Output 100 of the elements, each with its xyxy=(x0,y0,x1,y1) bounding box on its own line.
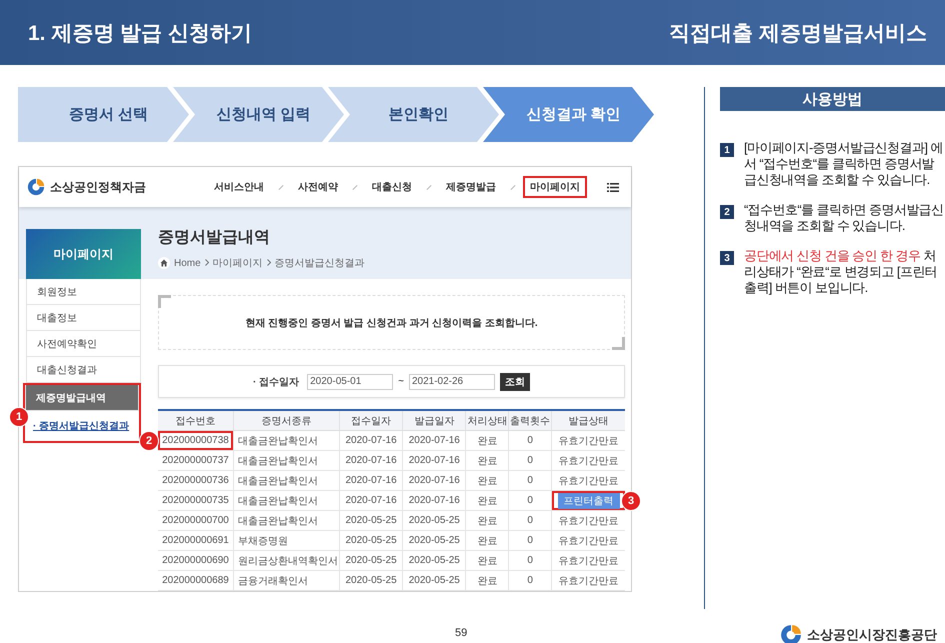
step-number: 2 xyxy=(720,205,734,219)
corner-mark xyxy=(612,337,625,350)
sidebar-item[interactable]: 사전예약확인 xyxy=(26,331,141,357)
callout-marker: 2 xyxy=(139,431,159,451)
table-cell: 2020-07-16 xyxy=(402,450,466,470)
organization-name: 소상공인시장진흥공단 xyxy=(807,626,937,643)
table-cell: 유효기간만료 xyxy=(552,570,625,590)
table-cell: 원리금상환내역확인서 xyxy=(233,550,340,570)
date-field[interactable]: 2021-02-26 xyxy=(408,374,495,390)
table-cell: 완료 xyxy=(466,490,509,510)
table-cell: 완료 xyxy=(466,570,509,590)
date-field[interactable]: 2020-05-01 xyxy=(307,374,394,390)
table-cell: 완료 xyxy=(466,530,509,550)
sidebar-item[interactable]: 대출신청결과 xyxy=(26,357,141,383)
chevron-icon xyxy=(204,258,209,268)
range-separator: ~ xyxy=(398,376,404,387)
table-cell: 0 xyxy=(508,510,552,530)
table-cell: 0 xyxy=(508,430,552,450)
sidebar-title: 마이페이지 xyxy=(26,229,141,279)
menu-icon[interactable] xyxy=(607,182,619,192)
table-cell: 2020-05-25 xyxy=(402,570,466,590)
date-label: · 접수일자 xyxy=(253,376,300,388)
column-header: 발급상태 xyxy=(552,410,625,430)
table-cell: 0 xyxy=(508,450,552,470)
table-cell: 완료 xyxy=(466,450,509,470)
table-cell: 2020-07-16 xyxy=(402,490,466,510)
instruction-text: [마이페이지-증명서발급신청결과] 에서 “접수번호“를 클릭하면 증명서발급신청내역을 조회할 수 있습니다. xyxy=(744,140,944,188)
breadcrumb-link[interactable]: Home xyxy=(174,258,201,268)
table-cell: 완료 xyxy=(466,430,509,450)
sidebar-item[interactable]: 회원정보 xyxy=(26,279,141,305)
service-title: 직접대출 제증명발급서비스 xyxy=(669,20,927,46)
table-cell: 2020-05-25 xyxy=(339,510,403,530)
process-step: 신청결과 확인 xyxy=(483,87,654,142)
column-header: 증명서종류 xyxy=(233,410,340,430)
table-cell: 2020-07-16 xyxy=(339,470,403,490)
table-cell: 유효기간만료 xyxy=(552,470,625,490)
table-cell: 2020-05-25 xyxy=(402,530,466,550)
sidebar-item[interactable]: 대출정보 xyxy=(26,305,141,331)
table-cell: 유효기간만료 xyxy=(552,510,625,530)
breadcrumb-link[interactable]: 마이페이지 xyxy=(212,256,263,270)
table-cell: 대출금완납확인서 xyxy=(233,490,340,510)
callout-marker: 3 xyxy=(621,491,641,511)
column-header: 접수번호 xyxy=(158,410,234,430)
table-cell: 부채증명원 xyxy=(233,530,340,550)
page-title: 1. 제증명 발급 신청하기 xyxy=(28,20,252,46)
table-cell: 유효기간만료 xyxy=(552,550,625,570)
search-button[interactable]: 조회 xyxy=(500,372,530,390)
nav-link[interactable]: 제증명발급 xyxy=(439,176,503,198)
table-cell: 2020-07-16 xyxy=(339,490,403,510)
table-cell: 2020-07-16 xyxy=(339,450,403,470)
nav-link[interactable]: 서비스안내 xyxy=(207,176,271,198)
receipt-number-link[interactable]: 202000000691 xyxy=(158,530,234,550)
table-cell: 2020-05-25 xyxy=(339,570,403,590)
corner-mark xyxy=(158,295,171,308)
page-number: 59 xyxy=(455,627,468,639)
receipt-number-link[interactable]: 202000000738 xyxy=(162,435,229,446)
receipt-number-link[interactable]: 202000000690 xyxy=(158,550,234,570)
logo-icon xyxy=(780,624,802,643)
table-cell: 2020-05-25 xyxy=(339,530,403,550)
breadcrumb-link[interactable]: 증명서발급신청결과 xyxy=(274,256,365,270)
receipt-number-link[interactable]: 202000000735 xyxy=(158,490,234,510)
nav-link[interactable]: 마이페이지 xyxy=(523,176,587,198)
table-cell: 대출금완납확인서 xyxy=(233,450,340,470)
table-cell: 유효기간만료 xyxy=(552,450,625,470)
column-header: 접수일자 xyxy=(339,410,403,430)
table-cell: 완료 xyxy=(466,550,509,570)
instruction-text: 공단에서 신청 건을 승인 한 경우 처리상태가 “완료“로 변경되고 [프린터 출력] 버튼이 보입니다. xyxy=(744,248,938,296)
chevron-icon xyxy=(266,258,271,268)
table-cell: 유효기간만료 xyxy=(552,530,625,550)
process-step: 증명서 선택 xyxy=(18,87,189,142)
sidebar-group-header[interactable]: 제증명발급내역 xyxy=(25,385,139,411)
table-cell: 금융거래확인서 xyxy=(233,570,340,590)
table-cell: 0 xyxy=(508,570,552,590)
nav-link[interactable]: 사전예약 xyxy=(291,176,345,198)
column-header: 출력횟수 xyxy=(508,410,552,430)
table-cell: 0 xyxy=(508,530,552,550)
site-name: 소상공인정책자금 xyxy=(50,178,146,196)
column-header: 처리상태 xyxy=(466,410,509,430)
home-icon xyxy=(158,257,170,269)
table-cell: 0 xyxy=(508,550,552,570)
receipt-number-link[interactable]: 202000000700 xyxy=(158,510,234,530)
table-cell: 2020-05-25 xyxy=(402,510,466,530)
table-cell: 완료 xyxy=(466,510,509,530)
step-number: 1 xyxy=(720,143,734,157)
receipt-number-link[interactable]: 202000000736 xyxy=(158,470,234,490)
table-cell: 0 xyxy=(508,470,552,490)
process-step: 신청내역 입력 xyxy=(173,87,344,142)
table-cell: 완료 xyxy=(466,470,509,490)
table-cell: 유효기간만료 xyxy=(552,430,625,450)
table-cell: 대출금완납확인서 xyxy=(233,430,340,450)
table-cell: 2020-07-16 xyxy=(339,430,403,450)
receipt-number-link[interactable]: 202000000689 xyxy=(158,570,234,590)
nav-link[interactable]: 대출신청 xyxy=(365,176,419,198)
notice-text: 현재 진행중인 증명서 발급 신청건과 과거 신청이력을 조회합니다. xyxy=(245,316,538,330)
table-cell: 대출금완납확인서 xyxy=(233,470,340,490)
table-cell: 2020-07-16 xyxy=(402,430,466,450)
table-cell: 2020-05-25 xyxy=(402,550,466,570)
receipt-number-link[interactable]: 202000000737 xyxy=(158,450,234,470)
usage-title: 사용방법 xyxy=(720,87,945,111)
logo-icon xyxy=(27,178,45,196)
